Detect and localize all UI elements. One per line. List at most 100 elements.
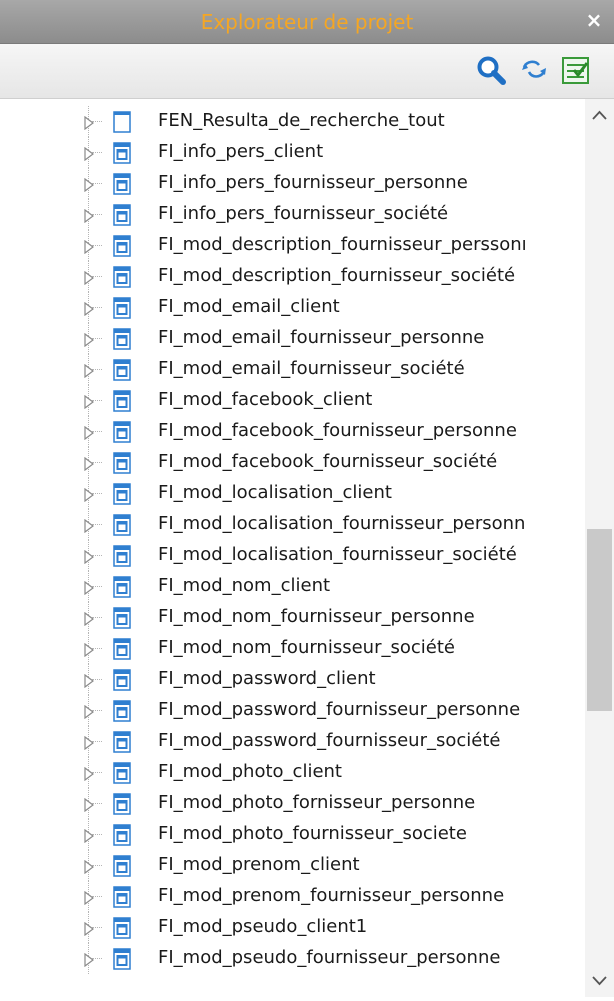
expand-arrow-icon[interactable] [83,518,95,534]
tree-item-label: FI_mod_photo_client [158,761,342,782]
tree-item[interactable]: FI_mod_pseudo_client1 [0,912,585,943]
expand-arrow-icon[interactable] [83,208,95,224]
scroll-up-button[interactable] [585,99,614,129]
tree-item[interactable]: FI_mod_pseudo_fournisseur_personne [0,943,585,974]
tree-item[interactable]: FI_mod_localisation_fournisseur_société [0,540,585,571]
expand-arrow-icon[interactable] [83,487,95,503]
checklist-icon [562,57,589,84]
expand-arrow-icon[interactable] [83,828,95,844]
tree-item[interactable]: FI_mod_description_fournisseur_société [0,261,585,292]
internal-window-icon [111,545,133,567]
tree-item-label: FI_mod_localisation_client [158,482,392,503]
search-icon [477,56,506,85]
expand-arrow-icon[interactable] [83,735,95,751]
internal-window-icon [111,390,133,412]
tree-item[interactable]: FI_mod_facebook_fournisseur_personne [0,416,585,447]
tree-item-label: FI_mod_facebook_fournisseur_société [158,451,498,472]
tree-item[interactable]: FI_info_pers_fournisseur_société [0,199,585,230]
internal-window-icon [111,731,133,753]
expand-arrow-icon[interactable] [83,394,95,410]
tree-item[interactable]: FEN_Resulta_de_recherche_tout [0,106,585,137]
tree-item[interactable]: FI_mod_photo_fornisseur_personne [0,788,585,819]
tree-item[interactable]: FI_mod_description_fournisseur_perssonı [0,230,585,261]
sync-arrows-icon [522,60,546,78]
expand-arrow-icon[interactable] [83,611,95,627]
tree-item-label: FI_mod_email_fournisseur_personne [158,327,485,348]
tree-item[interactable]: FI_mod_password_fournisseur_société [0,726,585,757]
internal-window-icon [111,328,133,350]
scroll-down-button[interactable] [585,967,614,997]
expand-arrow-icon[interactable] [83,146,95,162]
tree-item[interactable]: FI_mod_nom_fournisseur_société [0,633,585,664]
tree-item-label: FI_mod_localisation_fournisseur_personn [158,513,526,534]
internal-window-icon [111,824,133,846]
scroll-thumb[interactable] [587,529,612,711]
internal-window-icon [111,917,133,939]
tree-item-label: FI_info_pers_fournisseur_personne [158,172,468,193]
expand-arrow-icon[interactable] [83,239,95,255]
sync-button[interactable] [518,54,550,86]
internal-window-icon [111,421,133,443]
internal-window-icon [111,483,133,505]
tree-item-label: FI_mod_facebook_fournisseur_personne [158,420,517,441]
vertical-scrollbar[interactable] [585,99,614,997]
expand-arrow-icon[interactable] [83,642,95,658]
tree-item[interactable]: FI_mod_facebook_client [0,385,585,416]
close-button[interactable]: × [582,6,606,34]
expand-arrow-icon[interactable] [83,766,95,782]
expand-arrow-icon[interactable] [83,549,95,565]
internal-window-icon [111,576,133,598]
tree-item[interactable]: FI_mod_prenom_client [0,850,585,881]
search-button[interactable] [475,54,507,86]
expand-arrow-icon[interactable] [83,332,95,348]
tree-item[interactable]: FI_mod_email_fournisseur_société [0,354,585,385]
tree-item-label: FI_mod_photo_fornisseur_personne [158,792,476,813]
tree-item[interactable]: FI_info_pers_client [0,137,585,168]
tree-item[interactable]: FI_mod_localisation_fournisseur_personn [0,509,585,540]
tree-item-label: FI_info_pers_fournisseur_société [158,203,449,224]
checklist-button[interactable] [560,54,592,86]
tree-item-label: FI_mod_password_fournisseur_personne [158,699,521,720]
tree-item[interactable]: FI_mod_photo_fournisseur_societe [0,819,585,850]
expand-arrow-icon[interactable] [83,177,95,193]
tree-item[interactable]: FI_mod_email_client [0,292,585,323]
internal-window-icon [111,948,133,970]
tree-item[interactable]: FI_mod_email_fournisseur_personne [0,323,585,354]
expand-arrow-icon[interactable] [83,115,95,131]
tree-item[interactable]: FI_mod_nom_client [0,571,585,602]
expand-arrow-icon[interactable] [83,363,95,379]
internal-window-icon [111,762,133,784]
internal-window-icon [111,173,133,195]
internal-window-icon [111,452,133,474]
expand-arrow-icon[interactable] [83,301,95,317]
tree-item-label: FI_mod_nom_fournisseur_société [158,637,455,658]
expand-arrow-icon[interactable] [83,797,95,813]
expand-arrow-icon[interactable] [83,580,95,596]
tree-item[interactable]: FI_mod_password_fournisseur_personne [0,695,585,726]
window-icon [111,111,133,133]
expand-arrow-icon[interactable] [83,270,95,286]
internal-window-icon [111,700,133,722]
tree-item[interactable]: FI_mod_nom_fournisseur_personne [0,602,585,633]
expand-arrow-icon[interactable] [83,921,95,937]
tree-item[interactable]: FI_mod_photo_client [0,757,585,788]
tree-item-label: FI_mod_password_fournisseur_société [158,730,501,751]
expand-arrow-icon[interactable] [83,673,95,689]
tree-item[interactable]: FI_mod_facebook_fournisseur_société [0,447,585,478]
expand-arrow-icon[interactable] [83,704,95,720]
expand-arrow-icon[interactable] [83,859,95,875]
expand-arrow-icon[interactable] [83,456,95,472]
internal-window-icon [111,793,133,815]
tree-item[interactable]: FI_mod_localisation_client [0,478,585,509]
tree-item-label: FI_info_pers_client [158,141,324,162]
chevron-up-icon [592,110,607,120]
tree-item[interactable]: FI_mod_prenom_fournisseur_personne [0,881,585,912]
expand-arrow-icon[interactable] [83,890,95,906]
tree-item[interactable]: FI_info_pers_fournisseur_personne [0,168,585,199]
tree-item-label: FI_mod_prenom_client [158,854,360,875]
chevron-down-icon [592,976,607,986]
expand-arrow-icon[interactable] [83,425,95,441]
tree-item[interactable]: FI_mod_password_client [0,664,585,695]
tree-item-label: FI_mod_email_fournisseur_société [158,358,465,379]
expand-arrow-icon[interactable] [83,952,95,968]
